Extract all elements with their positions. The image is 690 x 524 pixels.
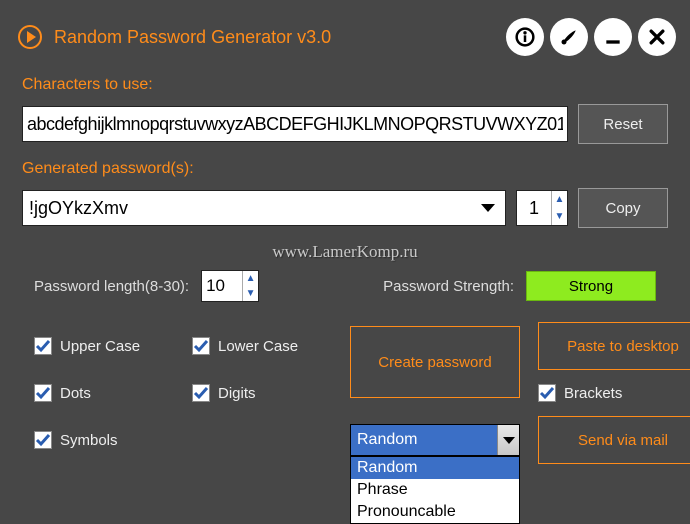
- count-input[interactable]: [517, 191, 551, 225]
- paste-to-desktop-button[interactable]: Paste to desktop: [538, 322, 690, 370]
- generated-label: Generated password(s):: [22, 160, 668, 178]
- app-title: Random Password Generator v3.0: [54, 27, 494, 48]
- checkbox-upper-case[interactable]: Upper Case: [34, 337, 174, 355]
- password-type-select[interactable]: Random: [350, 424, 520, 456]
- option-pronouncable[interactable]: Pronouncable: [351, 501, 519, 523]
- check-icon: [34, 431, 52, 449]
- checkbox-digits[interactable]: Digits: [192, 384, 332, 402]
- app-icon: [18, 25, 42, 49]
- length-input[interactable]: [202, 271, 242, 301]
- watermark-text: www.LamerKomp.ru: [22, 242, 668, 262]
- strength-badge: Strong: [526, 271, 656, 301]
- count-down-button[interactable]: ▼: [552, 208, 567, 225]
- reset-button[interactable]: Reset: [578, 104, 668, 144]
- length-stepper[interactable]: ▲ ▼: [201, 270, 259, 302]
- length-up-button[interactable]: ▲: [243, 271, 258, 286]
- charset-input[interactable]: [22, 106, 568, 142]
- chevron-down-icon: [481, 204, 495, 212]
- check-icon: [538, 384, 556, 402]
- info-button[interactable]: [506, 18, 544, 56]
- check-icon: [192, 337, 210, 355]
- checkbox-dots[interactable]: Dots: [34, 384, 174, 402]
- create-password-button[interactable]: Create password: [350, 326, 520, 398]
- checkbox-lower-case[interactable]: Lower Case: [192, 337, 332, 355]
- password-type-selected: Random: [357, 431, 497, 449]
- generated-password-select[interactable]: !jgOYkzXmv: [22, 190, 506, 226]
- copy-button[interactable]: Copy: [578, 188, 668, 228]
- checkbox-symbols[interactable]: Symbols: [34, 431, 174, 449]
- send-via-mail-button[interactable]: Send via mail: [538, 416, 690, 464]
- option-phrase[interactable]: Phrase: [351, 479, 519, 501]
- option-random[interactable]: Random: [351, 457, 519, 479]
- password-type-dropdown[interactable]: Random Phrase Pronouncable: [350, 456, 520, 524]
- check-icon: [34, 337, 52, 355]
- check-icon: [34, 384, 52, 402]
- chevron-down-icon: [497, 425, 519, 455]
- length-label: Password length(8-30):: [34, 278, 189, 295]
- strength-label: Password Strength:: [383, 278, 514, 295]
- chars-label: Characters to use:: [22, 76, 668, 94]
- close-button[interactable]: [638, 18, 676, 56]
- minimize-button[interactable]: [594, 18, 632, 56]
- check-icon: [192, 384, 210, 402]
- checkbox-brackets[interactable]: Brackets: [538, 384, 690, 402]
- generated-password-value: !jgOYkzXmv: [29, 198, 481, 219]
- count-up-button[interactable]: ▲: [552, 191, 567, 208]
- brush-button[interactable]: [550, 18, 588, 56]
- count-stepper[interactable]: ▲ ▼: [516, 190, 568, 226]
- length-down-button[interactable]: ▼: [243, 286, 258, 301]
